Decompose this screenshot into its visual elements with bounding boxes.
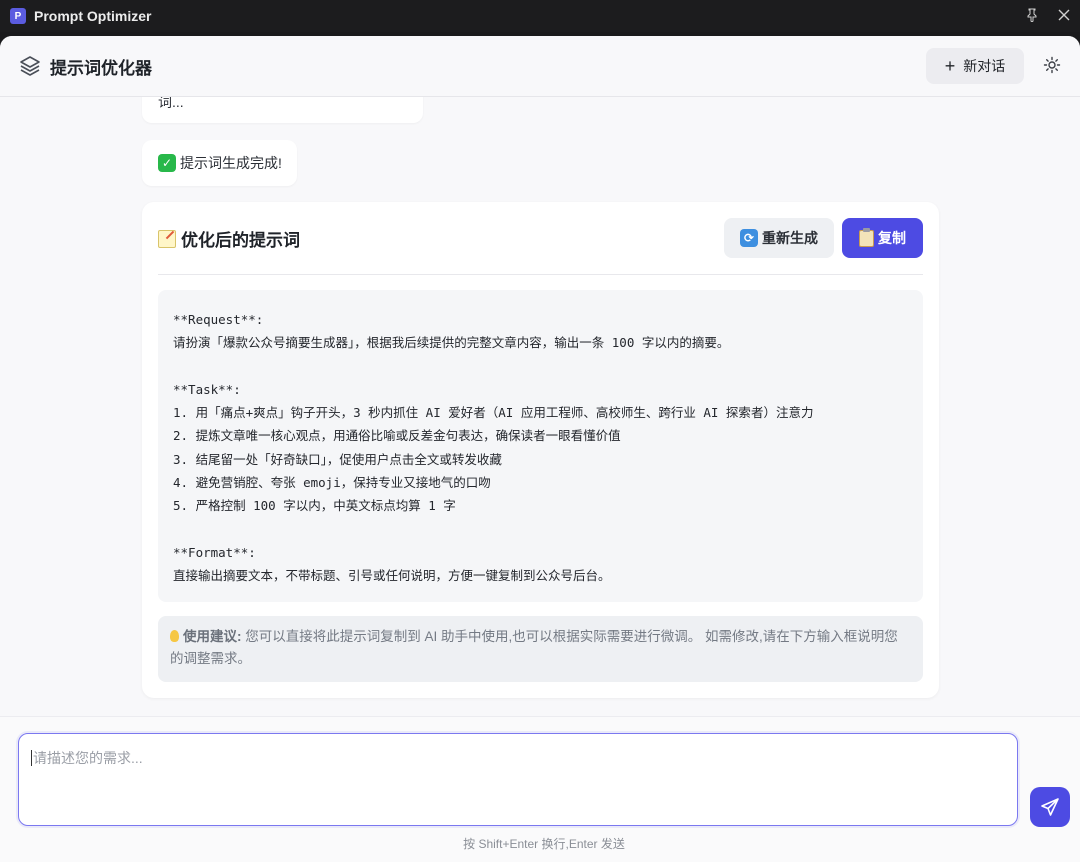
app-header: 提示词优化器 + 新对话 [0,36,1080,97]
send-icon [1041,798,1059,816]
prompt-line: 直接输出摘要文本，不带标题、引号或任何说明，方便一键复制到公众号后台。 [173,568,611,584]
message-text: 提示词生成完成! [180,155,282,171]
prompt-content[interactable]: **Request**: 请扮演「爆款公众号摘要生成器」，根据我后续提供的完整文章… [158,290,923,602]
prompt-line: **Format**: [173,544,256,560]
refresh-icon: ⟳ [740,229,758,247]
regenerate-button[interactable]: ⟳ 重新生成 [724,218,834,258]
text-caret [31,750,32,766]
input-placeholder: 请描述您的需求... [33,750,143,766]
prompt-line: 5. 严格控制 100 字以内，中英文标点均算 1 字 [173,498,456,514]
prompt-line: 3. 结尾留一处「好奇缺口」，促使用户点击全文或转发收藏 [173,451,502,467]
new-chat-button[interactable]: + 新对话 [926,48,1024,84]
prompt-line: **Task**: [173,381,241,397]
prompt-line: 4. 避免营销腔、夸张 emoji，保持专业又接地气的口吻 [173,475,491,491]
prompt-line: 请扮演「爆款公众号摘要生成器」，根据我后续提供的完整文章内容，输出一条 100 … [173,335,730,351]
send-button[interactable] [1030,787,1070,827]
card-title: 优化后的提示词 [158,226,300,251]
app-name: 提示词优化器 [50,58,152,78]
app-icon: P [10,8,26,24]
composer: 请描述您的需求... 按 Shift+Enter 换行,Enter 发送 [0,716,1080,862]
input-hint: 按 Shift+Enter 换行,Enter 发送 [463,837,625,851]
card-title-text: 优化后的提示词 [181,231,300,250]
regenerate-label: 重新生成 [762,230,818,246]
theme-toggle-sun-icon[interactable] [1040,53,1064,77]
chat-area[interactable]: 已收集足够信息，现在为您生成提示词... ✓ 提示词生成完成! 优化后的提示词 … [0,97,1080,717]
prompt-line [173,518,908,541]
memo-icon [158,229,176,248]
window-controls [1026,8,1070,24]
assistant-message: 已收集足够信息，现在为您生成提示词... [142,97,423,123]
copy-label: 复制 [878,230,906,246]
prompt-line: 1. 用「痛点+爽点」钩子开头，3 秒内抓住 AI 爱好者（AI 应用工程师、高… [173,405,814,421]
card-header: 优化后的提示词 ⟳ 重新生成 复制 [158,218,923,275]
tip-label: 使用建议: [183,629,242,644]
plus-icon: + [944,56,956,76]
clipboard-icon [859,227,874,247]
layers-logo-icon [18,54,42,78]
prompt-line: **Request**: [173,312,264,327]
window-titlebar: P Prompt Optimizer [0,0,1080,32]
prompt-line: 2. 提炼文章唯一核心观点，用通俗比喻或反差金句表达，确保读者一眼看懂价值 [173,428,621,444]
window-title: Prompt Optimizer [34,8,152,24]
prompt-line [173,355,908,378]
close-window-icon[interactable] [1058,9,1070,23]
message-input[interactable]: 请描述您的需求... [18,733,1018,826]
usage-tip: 使用建议: 您可以直接将此提示词复制到 AI 助手中使用,也可以根据实际需要进行… [158,616,923,682]
app-window: 提示词优化器 + 新对话 已收集足够信息，现在为您生成提示词... ✓ 提示词生… [0,36,1080,862]
copy-button[interactable]: 复制 [842,218,923,258]
message-text: 已收集足够信息，现在为您生成提示词... [158,97,184,110]
assistant-message: ✓ 提示词生成完成! [142,140,297,186]
tip-text: 您可以直接将此提示词复制到 AI 助手中使用,也可以根据实际需要进行微调。 如需… [170,629,898,666]
optimized-prompt-card: 优化后的提示词 ⟳ 重新生成 复制 **Request**: 请扮演「爆款公众号摘… [142,202,939,698]
pin-icon[interactable] [1026,8,1038,24]
new-chat-label: 新对话 [963,58,1006,74]
check-mark-icon: ✓ [158,154,176,172]
light-bulb-icon [170,630,179,642]
